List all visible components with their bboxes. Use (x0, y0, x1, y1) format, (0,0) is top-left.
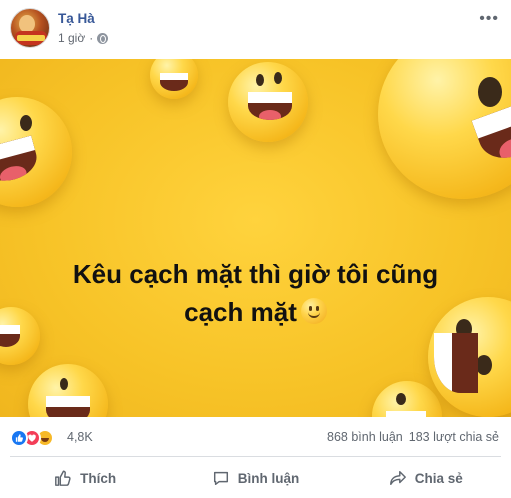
comment-button[interactable]: Bình luận (170, 458, 340, 498)
comment-icon (213, 471, 228, 486)
emoji-decoration (0, 97, 72, 207)
divider (10, 456, 501, 457)
author-name[interactable]: Tạ Hà (58, 11, 95, 26)
caption-line-2: cạch mặt (0, 293, 511, 331)
share-icon (389, 470, 406, 486)
thumbs-up-icon (55, 470, 71, 486)
meta-separator: · (89, 31, 94, 45)
reaction-icons[interactable] (10, 429, 54, 447)
caption-line-1: Kêu cạch mặt thì giờ tôi cũng (72, 259, 439, 289)
caption-line-2-text: cạch mặt (184, 297, 297, 327)
comment-button-label: Bình luận (237, 470, 300, 486)
post-stats: 868 bình luận 183 lượt chia sẻ (327, 430, 499, 444)
emoji-decoration (228, 62, 308, 142)
more-options-icon[interactable]: ••• (479, 10, 499, 28)
smiling-face-icon (300, 298, 327, 324)
share-count[interactable]: 183 lượt chia sẻ (409, 430, 499, 444)
like-button-label: Thích (80, 470, 117, 486)
avatar[interactable] (10, 8, 50, 48)
comment-count[interactable]: 868 bình luận (327, 430, 403, 444)
post-timestamp[interactable]: 1 giờ (58, 31, 85, 45)
post-meta: 1 giờ · (58, 31, 109, 45)
avatar-banner-shape (17, 35, 45, 41)
post-image[interactable]: Kêu cạch mặt thì giờ tôi cũng cạch mặt (0, 59, 511, 417)
like-button[interactable]: Thích (0, 458, 170, 498)
share-button-label: Chia sẻ (414, 470, 463, 486)
action-bar: Thích Bình luận Chia sẻ (0, 458, 511, 498)
emoji-decoration (150, 59, 198, 99)
post-header: Tạ Hà 1 giờ · ••• (0, 0, 511, 56)
share-button[interactable]: Chia sẻ (341, 458, 511, 498)
globe-icon[interactable] (97, 32, 109, 44)
emoji-decoration (378, 59, 511, 199)
reaction-count[interactable]: 4,8K (67, 430, 93, 444)
facebook-post: Tạ Hà 1 giờ · ••• Kêu cạch mặt thì giờ t… (0, 0, 511, 498)
emoji-decoration (372, 381, 442, 417)
reactions-bar: 4,8K 868 bình luận 183 lượt chia sẻ (0, 420, 511, 452)
image-caption: Kêu cạch mặt thì giờ tôi cũng cạch mặt (0, 255, 511, 331)
emoji-decoration (28, 364, 108, 417)
like-reaction-icon (10, 429, 28, 447)
